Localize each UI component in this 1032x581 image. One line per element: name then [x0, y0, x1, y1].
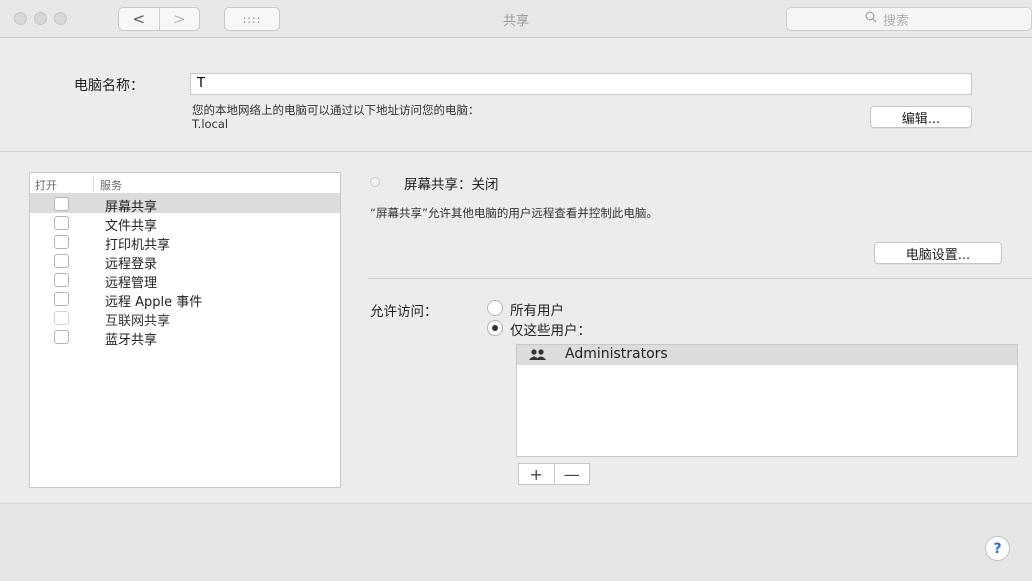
service-list: 打开 服务 屏幕共享 文件共享 打印机共享 远程登录 远程管理 远程 Apple… — [29, 172, 341, 488]
search-icon — [865, 11, 877, 27]
column-header-service[interactable]: 服务 — [100, 177, 122, 193]
allowed-users-list[interactable]: Administrators — [516, 344, 1018, 457]
service-checkbox[interactable] — [54, 292, 69, 306]
help-button[interactable]: ? — [985, 536, 1010, 561]
service-description: “屏幕共享”允许其他电脑的用户远程查看并控制此电脑。 — [370, 206, 658, 220]
title-bar: < > :::: 共享 搜索 — [0, 0, 1032, 38]
service-row-file-sharing[interactable]: 文件共享 — [30, 213, 340, 234]
service-list-header: 打开 服务 — [30, 173, 340, 194]
divider — [368, 278, 1032, 279]
computer-name-field[interactable]: T — [190, 73, 972, 95]
column-header-on[interactable]: 打开 — [35, 177, 57, 193]
service-row-printer-sharing[interactable]: 打印机共享 — [30, 232, 340, 253]
service-checkbox[interactable] — [54, 235, 69, 249]
radio-all-users-label[interactable]: 所有用户 — [510, 299, 564, 319]
service-checkbox[interactable] — [54, 216, 69, 230]
user-name: Administrators — [565, 346, 668, 362]
allow-access-label: 允许访问： — [370, 304, 438, 320]
group-icon — [527, 348, 549, 365]
service-row-internet-sharing[interactable]: 互联网共享 — [30, 308, 340, 329]
service-checkbox[interactable] — [54, 197, 69, 211]
service-checkbox[interactable] — [54, 311, 69, 325]
service-row-remote-management[interactable]: 远程管理 — [30, 270, 340, 291]
service-checkbox[interactable] — [54, 273, 69, 287]
edit-button[interactable]: 编辑... — [870, 106, 972, 128]
local-hostname: T.local — [192, 117, 229, 131]
computer-name-section: 电脑名称： T 您的本地网络上的电脑可以通过以下地址访问您的电脑： T.loca… — [0, 38, 1032, 152]
remove-user-button[interactable]: — — [553, 464, 590, 484]
service-checkbox[interactable] — [54, 254, 69, 268]
network-address-info: 您的本地网络上的电脑可以通过以下地址访问您的电脑： T.local — [192, 103, 480, 131]
radio-only-these-users[interactable] — [487, 320, 503, 336]
address-description: 您的本地网络上的电脑可以通过以下地址访问您的电脑： — [192, 103, 480, 117]
add-remove-buttons: + — — [518, 463, 590, 485]
add-user-button[interactable]: + — [519, 464, 554, 484]
list-item[interactable]: Administrators — [517, 345, 1017, 365]
status-indicator-icon — [370, 177, 380, 187]
search-input[interactable]: 搜索 — [786, 7, 1032, 31]
radio-all-users[interactable] — [487, 300, 503, 316]
bottom-bar: ? — [0, 503, 1032, 581]
service-row-remote-apple-events[interactable]: 远程 Apple 事件 — [30, 289, 340, 310]
search-placeholder: 搜索 — [883, 13, 910, 29]
column-divider — [93, 176, 94, 191]
service-status-title: 屏幕共享：关闭 — [404, 177, 499, 193]
service-label: 蓝牙共享 — [105, 333, 158, 348]
radio-only-these-users-label[interactable]: 仅这些用户： — [510, 319, 591, 339]
service-row-remote-login[interactable]: 远程登录 — [30, 251, 340, 272]
service-row-bluetooth-sharing[interactable]: 蓝牙共享 — [30, 327, 340, 348]
computer-settings-button[interactable]: 电脑设置... — [874, 242, 1002, 264]
computer-name-label: 电脑名称： — [74, 78, 144, 94]
service-row-screen-sharing[interactable]: 屏幕共享 — [30, 194, 340, 215]
service-checkbox[interactable] — [54, 330, 69, 344]
service-detail-pane: 屏幕共享：关闭 “屏幕共享”允许其他电脑的用户远程查看并控制此电脑。 电脑设置.… — [360, 152, 1032, 502]
